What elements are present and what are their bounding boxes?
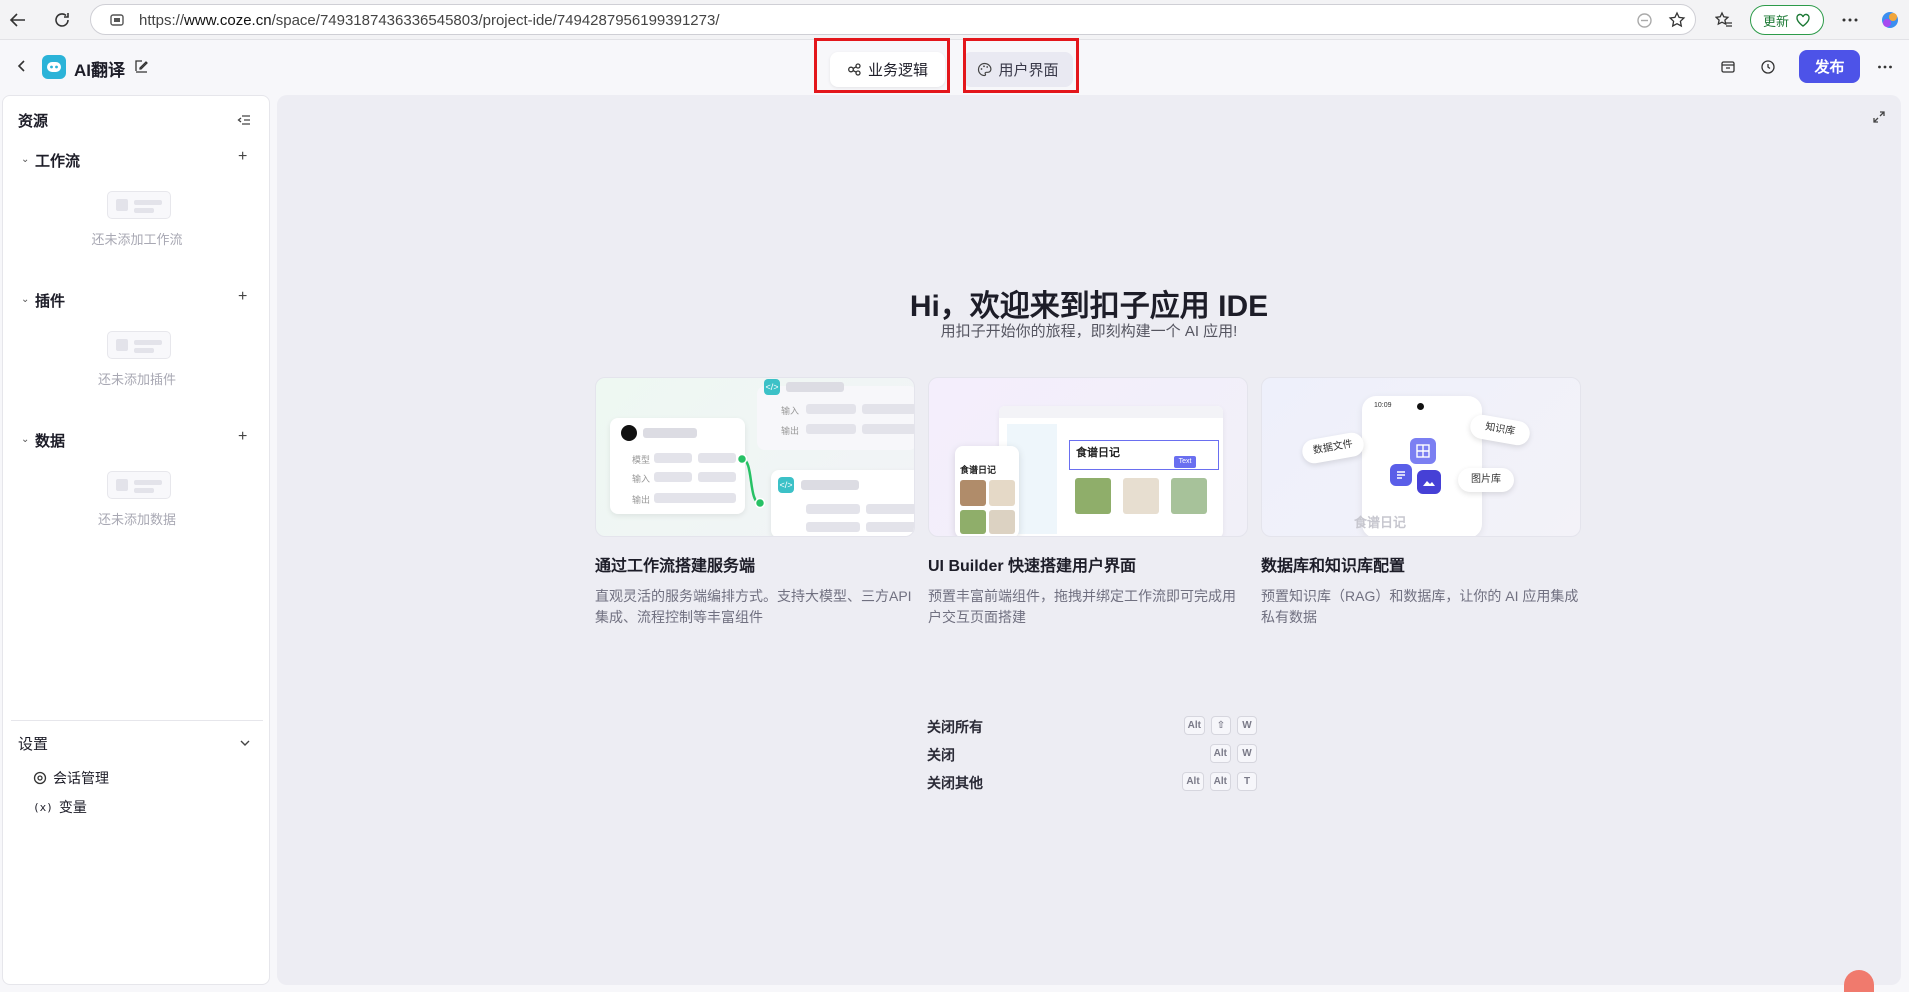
table-icon: [1410, 438, 1436, 464]
key-cap: T: [1237, 772, 1257, 791]
highlight-box-user-interface: [963, 38, 1079, 93]
key-cap: Alt: [1209, 772, 1231, 791]
app-avatar-icon: [42, 55, 66, 79]
section-title-plugin[interactable]: 插件: [35, 290, 65, 311]
workflow-preview-image: </> 输入 输出 模型 输入 输出 </>: [595, 377, 915, 537]
browser-toolbar: https://www.coze.cn/space/74931874363365…: [0, 0, 1909, 40]
card-ui-builder[interactable]: 食谱日记 Text 食谱日记 UI Builder 快速搭建用户界面 预置丰富前…: [928, 377, 1248, 628]
code-node-icon: </>: [764, 379, 780, 395]
collapse-sidebar-icon[interactable]: [237, 113, 251, 127]
favorites-icon[interactable]: [1712, 8, 1736, 32]
card-workflow[interactable]: </> 输入 输出 模型 输入 输出 </> 通过工作流搭建服务端 直观灵活的服…: [595, 377, 915, 628]
app-header: AI翻译 业务逻辑 用户界面 发布: [0, 40, 1909, 95]
section-title-data[interactable]: 数据: [35, 430, 65, 451]
database-preview-image: 10:09 食谱日记 知识库 数据文件 图片库: [1261, 377, 1581, 537]
back-chevron-icon[interactable]: [14, 58, 30, 74]
document-icon: [1390, 464, 1412, 486]
model-node-icon: [621, 425, 637, 441]
more-options-icon[interactable]: [1838, 8, 1862, 32]
card-description: 直观灵活的服务端编排方式。支持大模型、三方API集成、流程控制等丰富组件: [595, 588, 912, 625]
update-label: 更新: [1762, 13, 1789, 29]
more-menu-icon[interactable]: [1877, 59, 1893, 75]
shortcut-row: 关闭所有 Alt ⇧ W: [927, 713, 1257, 741]
card-title: 通过工作流搭建服务端: [595, 558, 756, 575]
chevron-down-icon[interactable]: ⌄: [21, 154, 29, 165]
card-title: 数据库和知识库配置: [1261, 558, 1406, 575]
fullscreen-icon[interactable]: [1872, 110, 1886, 124]
main-workspace: Hi，欢迎来到扣子应用 IDE 用扣子开始你的旅程，即刻构建一个 AI 应用! …: [277, 95, 1901, 985]
assistant-avatar-icon[interactable]: [1844, 970, 1874, 992]
key-cap: Alt: [1209, 744, 1231, 763]
site-info-icon[interactable]: [109, 12, 125, 28]
heart-check-icon: [1795, 12, 1811, 28]
key-cap: W: [1237, 744, 1257, 763]
add-plugin-icon[interactable]: +: [238, 288, 247, 306]
address-bar[interactable]: https://www.coze.cn/space/74931874363365…: [90, 4, 1696, 35]
key-cap: Alt: [1182, 772, 1204, 791]
back-arrow-icon[interactable]: [6, 8, 30, 32]
card-description: 预置丰富前端组件，拖拽并绑定工作流即可完成用户交互页面搭建: [928, 588, 1236, 625]
ui-builder-preview-image: 食谱日记 Text 食谱日记: [928, 377, 1248, 537]
bookmark-star-icon[interactable]: [1668, 11, 1686, 29]
highlight-box-business-logic: [814, 38, 950, 93]
key-cap: Alt: [1183, 716, 1205, 735]
publish-button[interactable]: 发布: [1799, 50, 1860, 83]
chat-settings-icon: [33, 771, 47, 785]
shortcut-row: 关闭 Alt W: [927, 741, 1257, 769]
connector-line: [736, 453, 766, 509]
add-workflow-icon[interactable]: +: [238, 148, 247, 166]
plugin-empty-text: 还未添加插件: [97, 372, 176, 387]
refresh-page-icon[interactable]: [1636, 12, 1653, 29]
update-button[interactable]: 更新: [1750, 5, 1824, 35]
edit-icon[interactable]: [134, 59, 149, 74]
variable-icon: (x): [33, 800, 53, 814]
settings-title[interactable]: 设置: [18, 733, 48, 754]
empty-placeholder-icon: [107, 191, 171, 219]
data-empty-text: 还未添加数据: [97, 512, 176, 527]
empty-placeholder-icon: [107, 331, 171, 359]
reload-icon[interactable]: [50, 8, 74, 32]
archive-icon[interactable]: [1720, 59, 1736, 75]
shortcut-list: 关闭所有 Alt ⇧ W 关闭 Alt W 关闭其他 Alt Alt T: [927, 713, 1257, 797]
welcome-subtitle: 用扣子开始你的旅程，即刻构建一个 AI 应用!: [940, 323, 1238, 340]
welcome-title: Hi，欢迎来到扣子应用 IDE: [909, 290, 1269, 323]
card-database-knowledge[interactable]: 10:09 食谱日记 知识库 数据文件 图片库 数据库和知识库配置 预置知识库（…: [1261, 377, 1581, 628]
empty-placeholder-icon: [107, 471, 171, 499]
sidebar-title: 资源: [18, 113, 49, 130]
url-text: https://www.coze.cn/space/74931874363365…: [139, 12, 720, 29]
app-title: AI翻译: [74, 61, 125, 80]
section-title-workflow[interactable]: 工作流: [35, 150, 80, 171]
chevron-down-icon[interactable]: ⌄: [21, 434, 29, 445]
image-icon: [1417, 470, 1441, 494]
copilot-icon[interactable]: [1878, 8, 1902, 32]
settings-item-conversation[interactable]: 会话管理: [33, 768, 109, 788]
key-cap: W: [1237, 716, 1257, 735]
workflow-empty-text: 还未添加工作流: [91, 232, 183, 247]
shortcut-row: 关闭其他 Alt Alt T: [927, 769, 1257, 797]
data-file-chip: 数据文件: [1300, 430, 1366, 466]
add-data-icon[interactable]: +: [238, 428, 247, 446]
code-node-icon: </>: [778, 477, 794, 493]
sidebar-divider: [11, 720, 263, 721]
settings-item-variables[interactable]: (x) 变量: [33, 797, 87, 817]
card-description: 预置知识库（RAG）和数据库，让你的 AI 应用集成私有数据: [1261, 588, 1579, 625]
chevron-down-icon[interactable]: ⌄: [21, 294, 29, 305]
settings-chevron-icon[interactable]: [239, 737, 251, 749]
resource-sidebar: 资源 ⌄ 工作流 + 还未添加工作流 ⌄ 插件 + 还未添加插件 ⌄ 数据 + …: [2, 95, 270, 985]
image-library-chip: 图片库: [1458, 468, 1514, 492]
card-title: UI Builder 快速搭建用户界面: [928, 558, 1137, 575]
history-icon[interactable]: [1760, 59, 1776, 75]
key-cap: ⇧: [1211, 716, 1231, 735]
